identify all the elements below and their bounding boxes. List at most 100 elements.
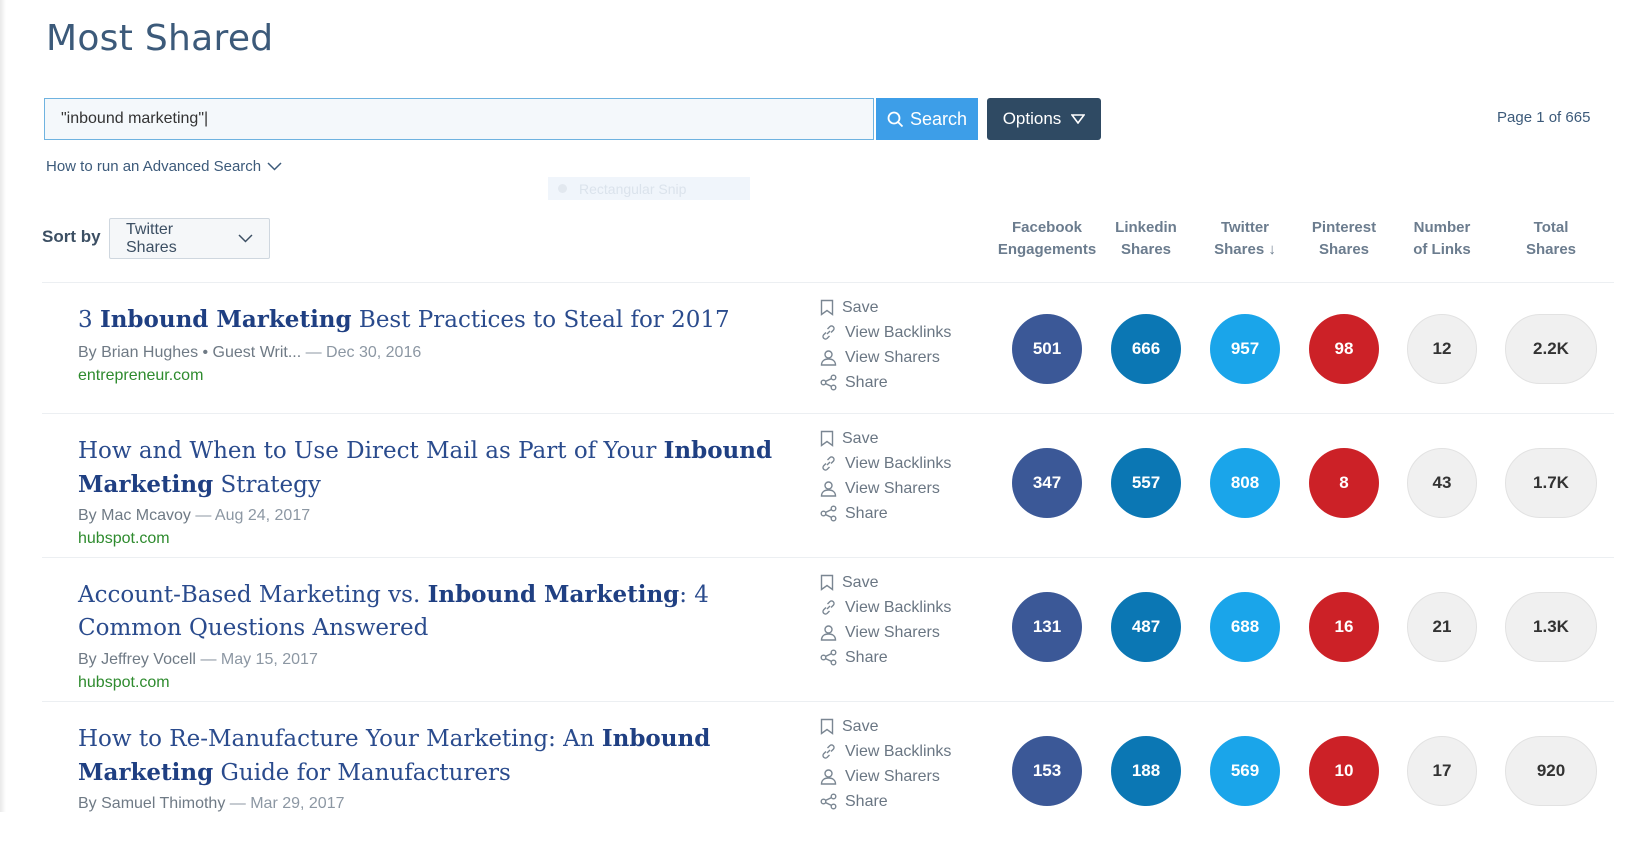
pinterest-shares-bubble: 16 bbox=[1309, 592, 1379, 662]
linkedin-shares-bubble: 557 bbox=[1111, 448, 1181, 518]
result-title-link[interactable]: 3 Inbound Marketing Best Practices to St… bbox=[78, 303, 798, 337]
facebook-engagements-bubble: 131 bbox=[1012, 592, 1082, 662]
column-header-line: Twitter bbox=[1220, 219, 1270, 236]
result-domain-link[interactable]: entrepreneur.com bbox=[78, 367, 203, 385]
save-button[interactable]: Save bbox=[820, 714, 980, 739]
share-button[interactable]: Share bbox=[820, 501, 980, 526]
share-button[interactable]: Share bbox=[820, 789, 980, 814]
facebook-engagements-bubble: 347 bbox=[1012, 448, 1082, 518]
result-author[interactable]: By Brian Hughes • Guest Writ... bbox=[78, 344, 306, 361]
search-icon bbox=[887, 111, 904, 127]
number-of-links-bubble[interactable]: 17 bbox=[1407, 736, 1477, 806]
result-date: — Mar 29, 2017 bbox=[229, 795, 345, 812]
snip-overlay: Rectangular Snip bbox=[548, 177, 750, 200]
view-backlinks-button[interactable]: View Backlinks bbox=[820, 320, 980, 345]
result-author[interactable]: By Mac Mcavoy bbox=[78, 507, 195, 524]
sort-select[interactable]: Twitter Shares bbox=[109, 218, 270, 259]
result-domain-link[interactable]: hubspot.com bbox=[78, 674, 170, 692]
advanced-search-link[interactable]: How to run an Advanced Search bbox=[46, 158, 282, 175]
number-of-links-bubble[interactable]: 43 bbox=[1407, 448, 1477, 518]
result-date: — Aug 24, 2017 bbox=[195, 507, 311, 524]
column-header-facebook[interactable]: Facebook Engagements bbox=[992, 217, 1102, 261]
column-header-line: Engagements bbox=[997, 241, 1097, 258]
column-header-twitter[interactable]: Twitter Shares ↓ bbox=[1190, 217, 1300, 261]
column-header-pinterest[interactable]: Pinterest Shares bbox=[1289, 217, 1399, 261]
link-icon bbox=[822, 600, 835, 615]
result-date: — Dec 30, 2016 bbox=[305, 344, 422, 361]
total-shares-bubble: 1.7K bbox=[1505, 448, 1597, 518]
facebook-engagements-bubble: 153 bbox=[1012, 736, 1082, 806]
chevron-down-icon bbox=[1071, 114, 1086, 124]
pinterest-shares-bubble: 98 bbox=[1309, 314, 1379, 384]
share-icon bbox=[820, 793, 837, 810]
chevron-down-icon bbox=[267, 162, 282, 171]
save-button-label: Save bbox=[842, 573, 879, 591]
column-header-total[interactable]: Total Shares bbox=[1496, 217, 1606, 261]
title-keyword: Inbound Marketing bbox=[99, 306, 352, 333]
sort-selected-value: Twitter Shares bbox=[126, 220, 177, 256]
column-header-linkedin[interactable]: Linkedin Shares bbox=[1091, 217, 1201, 261]
search-button[interactable]: Search bbox=[876, 98, 978, 140]
result-title-link[interactable]: Account-Based Marketing vs. Inbound Mark… bbox=[78, 578, 798, 645]
user-icon bbox=[820, 350, 837, 366]
column-header-line: Linkedin bbox=[1115, 219, 1177, 236]
view-backlinks-button[interactable]: View Backlinks bbox=[820, 739, 980, 764]
save-button-label: Save bbox=[842, 298, 879, 316]
share-button[interactable]: Share bbox=[820, 370, 980, 395]
share-button[interactable]: Share bbox=[820, 645, 980, 670]
view-sharers-button[interactable]: View Sharers bbox=[820, 620, 980, 645]
column-header-line: Shares bbox=[1525, 241, 1577, 258]
search-input[interactable] bbox=[44, 98, 874, 140]
title-text: 3 bbox=[78, 307, 100, 333]
linkedin-shares-bubble: 666 bbox=[1111, 314, 1181, 384]
chevron-down-icon bbox=[238, 234, 253, 243]
result-byline: By Mac Mcavoy — Aug 24, 2017 bbox=[78, 507, 310, 525]
twitter-shares-bubble: 569 bbox=[1210, 736, 1280, 806]
link-icon bbox=[822, 456, 835, 471]
column-header-line: Shares bbox=[1120, 241, 1172, 258]
title-keyword: Inbound Marketing bbox=[427, 581, 680, 608]
result-title-link[interactable]: How and When to Use Direct Mail as Part … bbox=[78, 434, 798, 502]
result-author[interactable]: By Jeffrey Vocell bbox=[78, 651, 200, 668]
link-icon bbox=[822, 325, 835, 340]
result-row: 3 Inbound Marketing Best Practices to St… bbox=[0, 283, 1637, 423]
view-backlinks-button-label: View Backlinks bbox=[845, 598, 952, 616]
number-of-links-bubble[interactable]: 12 bbox=[1407, 314, 1477, 384]
save-button[interactable]: Save bbox=[820, 295, 980, 320]
pinterest-shares-bubble: 10 bbox=[1309, 736, 1379, 806]
result-row: Account-Based Marketing vs. Inbound Mark… bbox=[0, 558, 1637, 698]
view-sharers-button-label: View Sharers bbox=[845, 479, 940, 497]
bookmark-icon bbox=[820, 718, 834, 735]
column-header-line: Number bbox=[1413, 219, 1471, 236]
view-sharers-button[interactable]: View Sharers bbox=[820, 476, 980, 501]
page-title: Most Shared bbox=[46, 18, 274, 59]
result-actions: Save View Backlinks View Sharers Share bbox=[820, 570, 980, 670]
result-title-link[interactable]: How to Re-Manufacture Your Marketing: An… bbox=[78, 722, 798, 790]
column-header-line: Shares ↓ bbox=[1214, 241, 1276, 258]
view-backlinks-button[interactable]: View Backlinks bbox=[820, 595, 980, 620]
result-author[interactable]: By Samuel Thimothy bbox=[78, 795, 230, 812]
view-backlinks-button-label: View Backlinks bbox=[845, 742, 952, 760]
advanced-search-label: How to run an Advanced Search bbox=[46, 158, 262, 175]
share-icon bbox=[820, 374, 837, 391]
share-button-label: Share bbox=[845, 373, 888, 391]
result-byline: By Jeffrey Vocell — May 15, 2017 bbox=[78, 651, 318, 669]
number-of-links-bubble[interactable]: 21 bbox=[1407, 592, 1477, 662]
view-sharers-button-label: View Sharers bbox=[845, 348, 940, 366]
title-text: Guide for Manufacturers bbox=[213, 760, 511, 786]
user-icon bbox=[820, 481, 837, 497]
view-sharers-button[interactable]: View Sharers bbox=[820, 345, 980, 370]
column-header-links[interactable]: Number of Links bbox=[1387, 217, 1497, 261]
options-button[interactable]: Options bbox=[987, 98, 1101, 140]
options-button-label: Options bbox=[1002, 109, 1062, 128]
total-shares-bubble: 920 bbox=[1505, 736, 1597, 806]
result-actions: Save View Backlinks View Sharers Share bbox=[820, 295, 980, 395]
save-button[interactable]: Save bbox=[820, 570, 980, 595]
result-domain-link[interactable]: hubspot.com bbox=[78, 530, 170, 548]
view-backlinks-button[interactable]: View Backlinks bbox=[820, 451, 980, 476]
title-text: Best Practices to Steal for 2017 bbox=[351, 307, 730, 333]
save-button[interactable]: Save bbox=[820, 426, 980, 451]
view-sharers-button[interactable]: View Sharers bbox=[820, 764, 980, 789]
result-date: — May 15, 2017 bbox=[200, 651, 318, 668]
total-shares-bubble: 2.2K bbox=[1505, 314, 1597, 384]
